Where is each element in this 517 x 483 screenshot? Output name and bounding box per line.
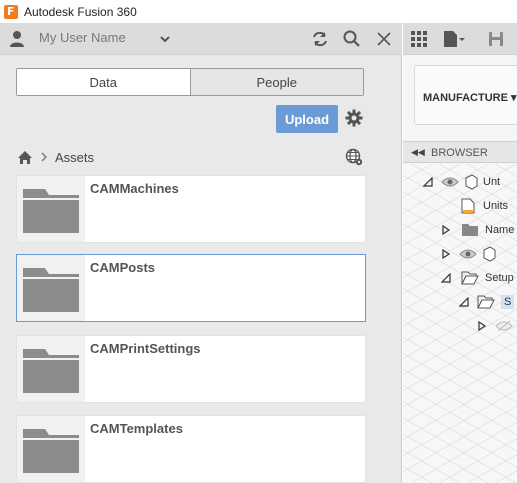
- folder-card-cammachines[interactable]: CAMMachines: [16, 175, 366, 243]
- tree-label: Units: [483, 200, 509, 212]
- tree-item-setups[interactable]: Setup: [441, 268, 514, 288]
- collapse-triangle-icon[interactable]: [423, 177, 433, 187]
- units-document-icon: [461, 198, 475, 214]
- browser-label: BROWSER: [431, 147, 488, 159]
- browser-header: ◀◀ BROWSER: [403, 141, 517, 163]
- data-people-toggle: Data People: [16, 68, 364, 96]
- tree-item-named-views[interactable]: Name: [441, 220, 514, 240]
- globe-settings-icon[interactable]: [345, 148, 363, 166]
- gear-icon[interactable]: [345, 109, 363, 127]
- folder-icon: [17, 255, 85, 321]
- close-icon[interactable]: [374, 29, 394, 49]
- folder-name: CAMTemplates: [90, 421, 183, 436]
- tree-item-document[interactable]: Unt: [423, 172, 500, 192]
- folder-icon: [17, 336, 85, 402]
- workspace-panel: MANUFACTURE ▾ ◀◀ BROWSER Unt Units Name: [403, 23, 517, 483]
- tree-item-setup[interactable]: S: [459, 292, 515, 312]
- search-icon[interactable]: [342, 29, 362, 49]
- tab-data[interactable]: Data: [17, 69, 190, 95]
- title-bar: F Autodesk Fusion 360: [0, 0, 517, 23]
- window-title: Autodesk Fusion 360: [24, 4, 137, 19]
- eye-icon[interactable]: [459, 248, 477, 260]
- tree-item-operation[interactable]: [477, 316, 517, 336]
- folder-name: CAMPosts: [90, 260, 156, 275]
- folder-name: CAMPrintSettings: [90, 341, 201, 356]
- breadcrumb: Assets: [17, 148, 94, 166]
- component-icon: [483, 246, 496, 262]
- fusion-logo-icon: F: [4, 4, 18, 19]
- open-folder-icon: [477, 295, 495, 309]
- collapse-browser-icon[interactable]: ◀◀: [411, 147, 425, 158]
- tree-item-component[interactable]: [441, 244, 501, 264]
- tree-label: Name: [485, 224, 515, 236]
- open-folder-icon: [461, 271, 479, 285]
- eye-icon[interactable]: [441, 176, 459, 188]
- folder-card-camposts[interactable]: CAMPosts: [16, 254, 366, 322]
- collapse-triangle-icon[interactable]: [459, 297, 469, 307]
- file-menu-icon[interactable]: [443, 30, 465, 48]
- expand-triangle-icon[interactable]: [441, 225, 451, 235]
- tree-item-units[interactable]: Units: [461, 196, 508, 216]
- grid-icon[interactable]: [410, 30, 428, 48]
- upload-button[interactable]: Upload: [276, 105, 338, 133]
- expand-triangle-icon[interactable]: [441, 249, 451, 259]
- folder-card-camprintsettings[interactable]: CAMPrintSettings: [16, 335, 366, 403]
- breadcrumb-current[interactable]: Assets: [55, 150, 94, 165]
- model-canvas[interactable]: Unt Units Name Setup S: [403, 164, 517, 483]
- component-icon: [465, 174, 478, 190]
- expand-triangle-icon[interactable]: [477, 321, 487, 331]
- chevron-right-icon: [41, 152, 48, 162]
- tab-people[interactable]: People: [189, 69, 363, 95]
- folder-card-camtemplates[interactable]: CAMTemplates: [16, 415, 366, 483]
- tree-label: Setup: [485, 272, 514, 284]
- folder-icon: [17, 176, 85, 242]
- home-icon[interactable]: [17, 150, 33, 165]
- tree-label-selected: S: [501, 295, 515, 309]
- collapse-triangle-icon[interactable]: [441, 273, 451, 283]
- user-name[interactable]: My User Name: [39, 30, 126, 45]
- user-icon[interactable]: [9, 30, 25, 48]
- data-panel: My User Name Data People Upload Assets C…: [0, 23, 402, 483]
- workspace-toolbar: [403, 23, 517, 55]
- hidden-eye-icon[interactable]: [495, 320, 513, 332]
- user-bar: My User Name: [0, 23, 402, 55]
- folder-name: CAMMachines: [90, 181, 179, 196]
- folder-icon: [462, 224, 478, 236]
- save-icon[interactable]: [487, 30, 505, 48]
- refresh-icon[interactable]: [310, 29, 330, 49]
- folder-icon: [17, 416, 85, 482]
- tree-label: Unt: [483, 176, 501, 188]
- chevron-down-icon[interactable]: [158, 32, 172, 46]
- workspace-label: MANUFACTURE ▾: [423, 92, 517, 104]
- workspace-switcher[interactable]: MANUFACTURE ▾: [414, 65, 517, 125]
